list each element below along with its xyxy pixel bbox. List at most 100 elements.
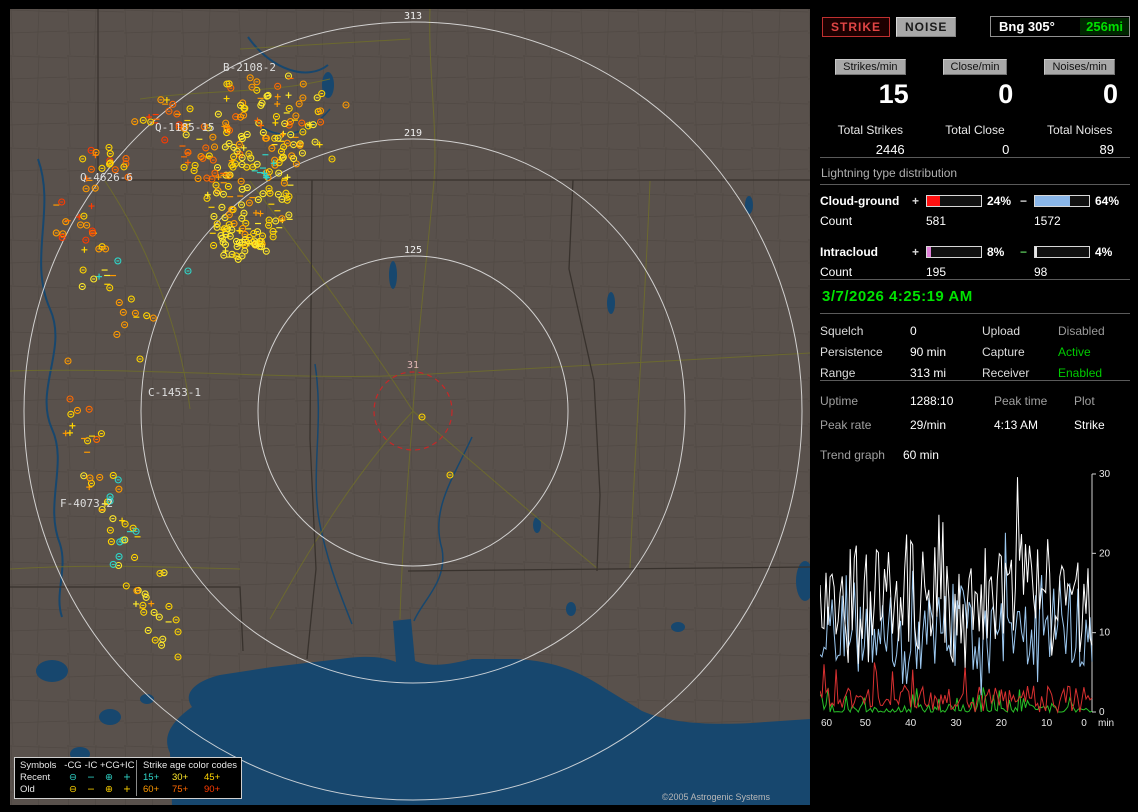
- total-noises-label: Total Noises: [1029, 123, 1130, 137]
- plus-sign: +: [912, 245, 926, 259]
- bearing-readout: Bng 305° 256mi: [990, 16, 1130, 37]
- legend-age-code: 90+: [204, 784, 236, 796]
- peak-rate-value: 29/min: [910, 418, 994, 432]
- svg-text:F-4073-2: F-4073-2: [60, 497, 113, 510]
- persistence-value: 90 min: [910, 345, 982, 359]
- rates-section: Strikes/min Close/min Noises/min 15 0 0 …: [820, 59, 1130, 157]
- svg-text:min: min: [1098, 718, 1114, 729]
- upload-label: Upload: [982, 324, 1058, 338]
- copyright-text: ©2005 Astrogenic Systems: [662, 792, 770, 802]
- ic-negative-bar: [1034, 246, 1090, 258]
- svg-text:Q-4626-6: Q-4626-6: [80, 171, 133, 184]
- receiver-label: Receiver: [982, 366, 1058, 380]
- noises-per-min-header: Noises/min: [1044, 59, 1114, 75]
- settings-section: Squelch 0 Upload Disabled Persistence 90…: [820, 324, 1130, 380]
- plot-mode-toolbar: STRIKE NOISE Bng 305° 256mi: [822, 16, 1130, 37]
- separator: [820, 313, 1130, 314]
- legend-symbol-icon: ⊕: [100, 772, 118, 784]
- legend-column-header: -CG: [64, 760, 82, 772]
- range-value: 313 mi: [910, 366, 982, 380]
- legend-symbol-icon: +: [118, 784, 136, 796]
- distribution-title: Lightning type distribution: [820, 166, 1130, 185]
- svg-text:125: 125: [404, 245, 422, 256]
- legend-age-code: 60+: [136, 784, 172, 796]
- cg-positive-pct: 24%: [982, 194, 1020, 208]
- ic-positive-pct: 8%: [982, 245, 1020, 259]
- legend-age-code: 15+: [136, 772, 172, 784]
- ic-negative-count: 98: [1034, 265, 1130, 279]
- trend-line-noise-rate: [820, 687, 1092, 712]
- cloud-ground-row: Cloud-ground + 24% − 64%: [820, 194, 1130, 208]
- svg-text:0: 0: [1081, 718, 1087, 729]
- range-label: Range: [820, 366, 910, 380]
- legend-age-code: 30+: [172, 772, 204, 784]
- svg-text:40: 40: [905, 718, 917, 729]
- svg-text:20: 20: [996, 718, 1008, 729]
- separator: [820, 380, 1130, 381]
- separator: [820, 157, 1130, 158]
- legend-column-header: +IC: [118, 760, 136, 772]
- total-close-label: Total Close: [925, 123, 1026, 137]
- cg-negative-pct: 64%: [1090, 194, 1130, 208]
- squelch-label: Squelch: [820, 324, 910, 338]
- svg-text:30: 30: [1099, 470, 1111, 480]
- legend-symbols-label: Symbols: [20, 760, 64, 772]
- noises-per-min-value: 0: [1029, 79, 1130, 115]
- svg-text:0: 0: [1099, 707, 1105, 718]
- legend-symbol-icon: −: [82, 772, 100, 784]
- close-per-min-header: Close/min: [943, 59, 1008, 75]
- close-per-min-value: 0: [925, 79, 1026, 115]
- uptime-value: 1288:10: [910, 394, 994, 408]
- ic-positive-count: 195: [926, 265, 1020, 279]
- trend-graph-label: Trend graph: [820, 448, 885, 462]
- capture-status: Active: [1058, 345, 1130, 359]
- peak-rate-label: Peak rate: [820, 418, 910, 432]
- cg-negative-bar-fill: [1035, 196, 1070, 206]
- intracloud-label: Intracloud: [820, 245, 912, 259]
- intracloud-row: Intracloud + 8% − 4%: [820, 245, 1130, 259]
- cg-negative-bar: [1034, 195, 1090, 207]
- svg-text:10: 10: [1099, 628, 1111, 639]
- svg-text:B-2108-2: B-2108-2: [223, 61, 276, 74]
- map-display[interactable]: 31321912531B-2108-2Q-1185-15Q-4626-6C-14…: [10, 9, 810, 805]
- legend-symbol-icon: ⊕: [100, 784, 118, 796]
- strike-mode-button[interactable]: STRIKE: [822, 17, 890, 37]
- map-legend: Symbols -CG-IC+CG+IC Strike age color co…: [14, 757, 242, 799]
- legend-column-header: -IC: [82, 760, 100, 772]
- cg-negative-count: 1572: [1034, 214, 1130, 228]
- trend-series: [820, 477, 1092, 712]
- svg-text:30: 30: [950, 718, 962, 729]
- total-noises-value: 89: [1029, 142, 1130, 157]
- ic-positive-bar: [926, 246, 982, 258]
- legend-age-code: 75+: [172, 784, 204, 796]
- strikes-per-min-header: Strikes/min: [835, 59, 905, 75]
- legend-row-label: Old: [20, 784, 64, 796]
- legend-column-header: +CG: [100, 760, 118, 772]
- trend-graph-canvas: 30201006050403020100min: [820, 470, 1122, 734]
- cloud-ground-count-row: Count 581 1572: [820, 214, 1130, 228]
- peak-time-label: Peak time: [994, 394, 1074, 408]
- svg-text:50: 50: [860, 718, 872, 729]
- legend-row-label: Recent: [20, 772, 64, 784]
- minus-sign: −: [1020, 194, 1034, 208]
- bearing-label: Bng 305°: [999, 19, 1055, 34]
- trend-graph-window: 60 min: [903, 448, 939, 462]
- plot-label: Plot: [1074, 394, 1130, 408]
- trend-graph-header: Trend graph 60 min: [820, 448, 1130, 462]
- receiver-status: Enabled: [1058, 366, 1130, 380]
- cg-positive-count: 581: [926, 214, 1020, 228]
- legend-age-code: 45+: [204, 772, 236, 784]
- strikes-per-min-value: 15: [820, 79, 921, 115]
- trend-graph-chart: 30201006050403020100min: [820, 470, 1130, 737]
- minus-sign: −: [1020, 245, 1034, 259]
- legend-symbol-icon: −: [82, 784, 100, 796]
- map-canvas: 31321912531B-2108-2Q-1185-15Q-4626-6C-14…: [10, 9, 810, 805]
- legend-symbol-icon: ⊖: [64, 772, 82, 784]
- ic-negative-pct: 4%: [1090, 245, 1130, 259]
- svg-text:20: 20: [1099, 548, 1111, 559]
- count-label: Count: [820, 214, 912, 228]
- svg-text:60: 60: [821, 718, 833, 729]
- uptime-section: Uptime 1288:10 Peak time Plot Peak rate …: [820, 394, 1130, 432]
- persistence-label: Persistence: [820, 345, 910, 359]
- noise-mode-button[interactable]: NOISE: [896, 17, 956, 37]
